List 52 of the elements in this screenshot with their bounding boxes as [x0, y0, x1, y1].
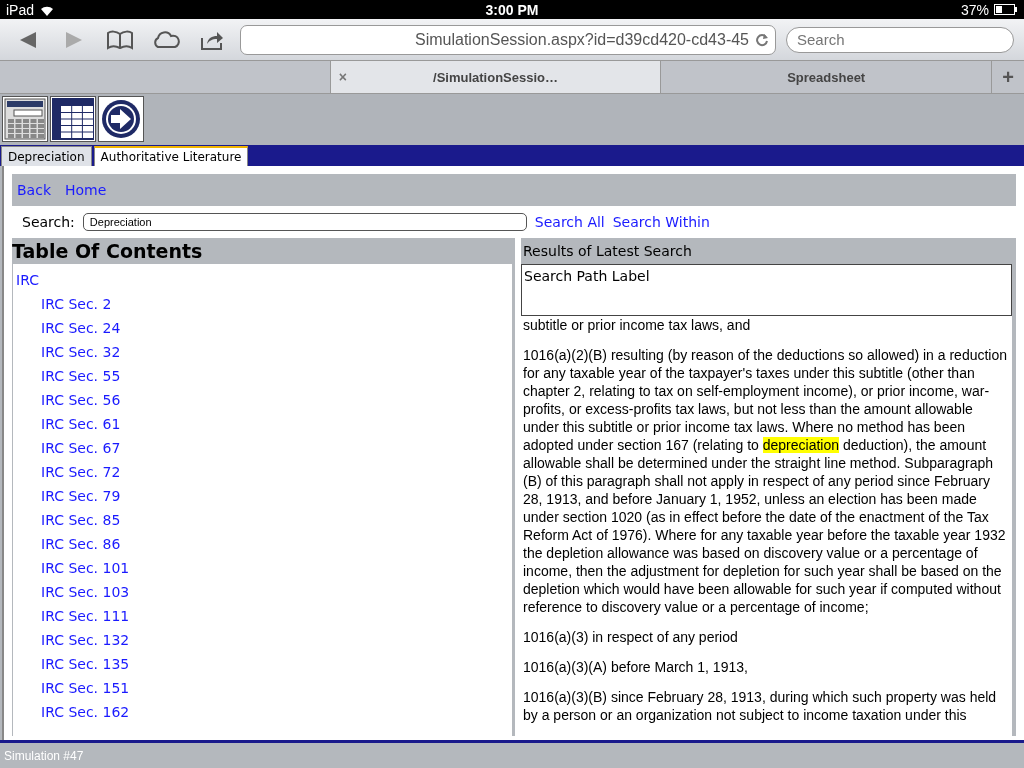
tab-title: Spreadsheet — [787, 69, 866, 85]
result-paragraph: 1016(a)(3)(B) since February 28, 1913, during which such property was held by a person or an organization not subject to income taxation under this — [523, 688, 998, 725]
arrow-right-icon[interactable] — [98, 96, 144, 142]
toc-link[interactable]: IRC Sec. 32 — [41, 340, 121, 365]
toc-link[interactable]: IRC Sec. 135 — [41, 652, 130, 677]
search-input[interactable]: Depreciation — [82, 213, 527, 232]
app-tab[interactable]: Authoritative Literature — [93, 146, 249, 167]
search-path-label: Search Path Label — [521, 264, 1012, 317]
battery-percent: 37% — [960, 1, 989, 18]
toc-link[interactable]: IRC Sec. 72 — [41, 460, 121, 485]
browser-tab[interactable]: × /SimulationSessio… — [330, 61, 662, 93]
search-field[interactable]: Search — [786, 26, 1014, 53]
toc-link[interactable]: IRC — [16, 268, 39, 293]
toc-link[interactable]: IRC Sec. 85 — [41, 508, 121, 533]
toc-link[interactable]: IRC Sec. 61 — [41, 412, 121, 437]
calculator-icon[interactable] — [2, 96, 48, 142]
result-paragraph: subtitle or prior income tax laws, and — [523, 316, 752, 335]
result-paragraph: 1016(a)(2)(B) resulting (by reason of the deductions so allowed) in a reduction for any taxable year of the taxpayer's taxes under this subtitle (other than chapter 2, relating to tax on self-employment income), or prior income, war-profits, or excess-profits tax laws, but not less than the amount allowable under this subtitle or prior income tax laws. Where no method has been adopted under section 167 (relating to depreciation deduction), the amount allowable shall be determined under the straight line method. Subparagraph (B) of this paragraph shall not apply in respect of any period since February 28, 1913, and before January 1, 1952, unless an election has been made under section 1020 (as in effect before the date of the enactment of the Tax Reform Act of 1976). Where for any taxable year before the taxable year 1932 the depletion allowance was based on discovery value or a percentage of income, then the adjustment for depletion for such year shall be based on the depletion which would have been allowable for such year if computed without reference to discovery value or a percentage of income; — [523, 346, 1009, 617]
results-heading: Results of Latest Search — [522, 242, 693, 262]
toc-heading: Table Of Contents — [12, 239, 204, 265]
address-field[interactable]: SimulationSession.aspx?id=d39cd420-cd43-45 — [240, 24, 776, 55]
toc-link[interactable]: IRC Sec. 132 — [41, 628, 130, 653]
toc-link[interactable]: IRC Sec. 56 — [41, 388, 121, 413]
tab-title: /SimulationSessio… — [433, 69, 558, 85]
simulation-label: Simulation #47 — [4, 748, 84, 763]
spreadsheet-icon[interactable] — [50, 96, 96, 142]
new-tab-button[interactable]: + — [992, 61, 1024, 93]
reload-icon[interactable] — [755, 32, 769, 47]
close-icon[interactable]: × — [338, 69, 347, 86]
toc-link[interactable]: IRC Sec. 79 — [41, 484, 121, 509]
battery-icon — [994, 4, 1018, 16]
toc-link[interactable]: IRC Sec. 103 — [41, 580, 130, 605]
toc-link[interactable]: IRC Sec. 101 — [41, 556, 130, 581]
nav-link[interactable]: Home — [65, 182, 107, 199]
toc-link[interactable]: IRC Sec. 55 — [41, 364, 121, 389]
result-paragraph: 1016(a)(3) in respect of any period — [523, 628, 739, 647]
toc-link[interactable]: IRC Sec. 151 — [41, 676, 130, 701]
toc-link[interactable]: IRC Sec. 86 — [41, 532, 121, 557]
toc-link[interactable]: IRC Sec. 162 — [41, 700, 130, 725]
nav-link[interactable]: Back — [17, 182, 51, 199]
toc-link[interactable]: IRC Sec. 67 — [41, 436, 121, 461]
search-label: Search: — [22, 214, 75, 231]
toc-link[interactable]: IRC Sec. 24 — [41, 316, 121, 341]
toc-link[interactable]: IRC Sec. 111 — [41, 604, 130, 629]
search-link[interactable]: Search All — [534, 214, 605, 231]
device-name: iPad — [6, 1, 35, 18]
toc-link[interactable]: IRC Sec. 2 — [41, 292, 112, 317]
clock-time: 3:00 PM — [485, 1, 539, 18]
result-paragraph: 1016(a)(3)(A) before March 1, 1913, — [523, 658, 749, 677]
app-tab[interactable]: Depreciation — [1, 146, 92, 167]
search-link[interactable]: Search Within — [612, 214, 710, 231]
browser-tab[interactable]: Spreadsheet — [661, 61, 992, 93]
